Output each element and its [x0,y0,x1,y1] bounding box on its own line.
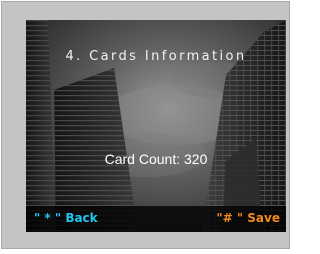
card-count-label: Card Count: 320 [104,151,208,167]
save-button[interactable]: "# " Save [216,211,280,225]
page-title: 4. Cards Information [65,49,247,64]
back-button[interactable]: " * " Back [34,211,98,225]
softkey-bar: " * " Back "# " Save [26,206,286,232]
lcd-screen: 4. Cards Information Card Count: 320 " *… [26,20,286,232]
device-frame: 4. Cards Information Card Count: 320 " *… [1,1,290,249]
